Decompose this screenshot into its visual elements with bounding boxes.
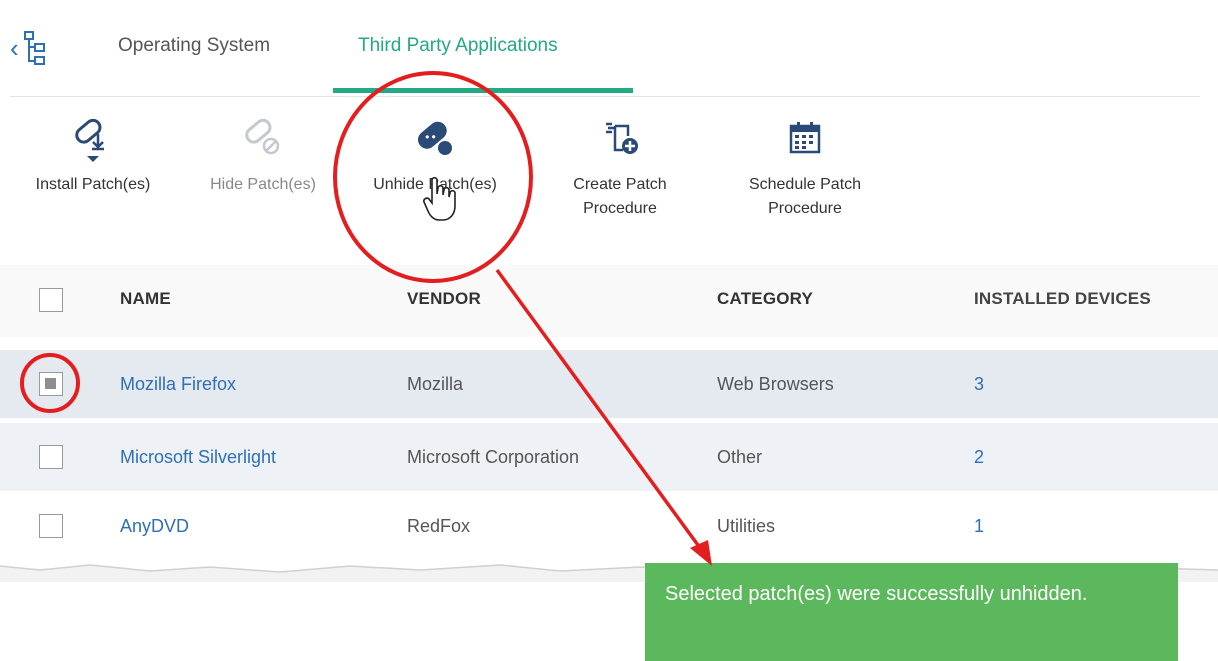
hide-patch-label: Hide Patch(es) bbox=[210, 176, 316, 193]
app-name-link[interactable]: AnyDVD bbox=[120, 515, 189, 537]
back-button[interactable]: ‹ bbox=[10, 28, 70, 68]
row-checkbox[interactable] bbox=[39, 445, 63, 469]
divider bbox=[10, 96, 1200, 97]
installed-devices-link[interactable]: 3 bbox=[974, 373, 984, 395]
create-procedure-icon bbox=[606, 122, 638, 154]
select-all-checkbox[interactable] bbox=[39, 288, 63, 312]
vendor-cell: RedFox bbox=[407, 516, 471, 536]
hide-patch-icon bbox=[245, 118, 280, 155]
column-header-vendor[interactable]: VENDOR bbox=[407, 289, 481, 309]
installed-devices-link[interactable]: 2 bbox=[974, 446, 984, 468]
calendar-icon bbox=[789, 122, 821, 154]
vendor-cell: Microsoft Corporation bbox=[407, 447, 580, 467]
create-patch-procedure-label-line1: Create Patch bbox=[573, 176, 667, 193]
unhide-patch-icon bbox=[417, 121, 452, 155]
active-tab-indicator bbox=[333, 88, 633, 93]
row-checkbox[interactable] bbox=[39, 514, 63, 538]
unhide-patch-label: Unhide Patch(es) bbox=[373, 176, 497, 193]
hide-patch-button[interactable]: Hide Patch(es) bbox=[190, 118, 336, 197]
install-patch-button[interactable]: Install Patch(es) bbox=[18, 118, 168, 197]
unhide-patch-button[interactable]: Unhide Patch(es) bbox=[350, 118, 520, 197]
column-header-name[interactable]: NAME bbox=[120, 289, 171, 309]
category-cell: Web Browsers bbox=[717, 374, 834, 394]
row-checkbox[interactable] bbox=[39, 372, 63, 396]
install-patch-label: Install Patch(es) bbox=[35, 176, 151, 193]
schedule-patch-procedure-label-line1: Schedule Patch bbox=[748, 176, 862, 193]
create-patch-procedure-button[interactable]: Create Patch Procedure bbox=[545, 118, 695, 221]
category-cell: Utilities bbox=[717, 516, 776, 536]
schedule-patch-procedure-label-line2: Procedure bbox=[768, 200, 842, 217]
success-toast: Selected patch(es) were successfully unh… bbox=[645, 563, 1178, 661]
chevron-left-icon: ‹ bbox=[10, 33, 19, 63]
tab-operating-system[interactable]: Operating System bbox=[118, 35, 270, 57]
app-name-link[interactable]: Microsoft Silverlight bbox=[120, 446, 276, 468]
tab-third-party-applications[interactable]: Third Party Applications bbox=[358, 35, 558, 57]
vendor-cell: Mozilla bbox=[407, 374, 464, 394]
tab-bar: ‹ Operating System Third Party Applicati… bbox=[0, 0, 1218, 97]
install-patch-icon bbox=[75, 118, 104, 162]
toast-message: Selected patch(es) were successfully unh… bbox=[665, 583, 1088, 605]
tree-icon bbox=[23, 31, 45, 65]
app-name-link[interactable]: Mozilla Firefox bbox=[120, 373, 236, 395]
column-header-category[interactable]: CATEGORY bbox=[717, 289, 813, 309]
schedule-patch-procedure-button[interactable]: Schedule Patch Procedure bbox=[720, 118, 890, 221]
column-header-installed-devices[interactable]: INSTALLED DEVICES bbox=[974, 289, 1151, 309]
category-cell: Other bbox=[717, 447, 763, 467]
create-patch-procedure-label-line2: Procedure bbox=[583, 200, 657, 217]
installed-devices-link[interactable]: 1 bbox=[974, 515, 984, 537]
